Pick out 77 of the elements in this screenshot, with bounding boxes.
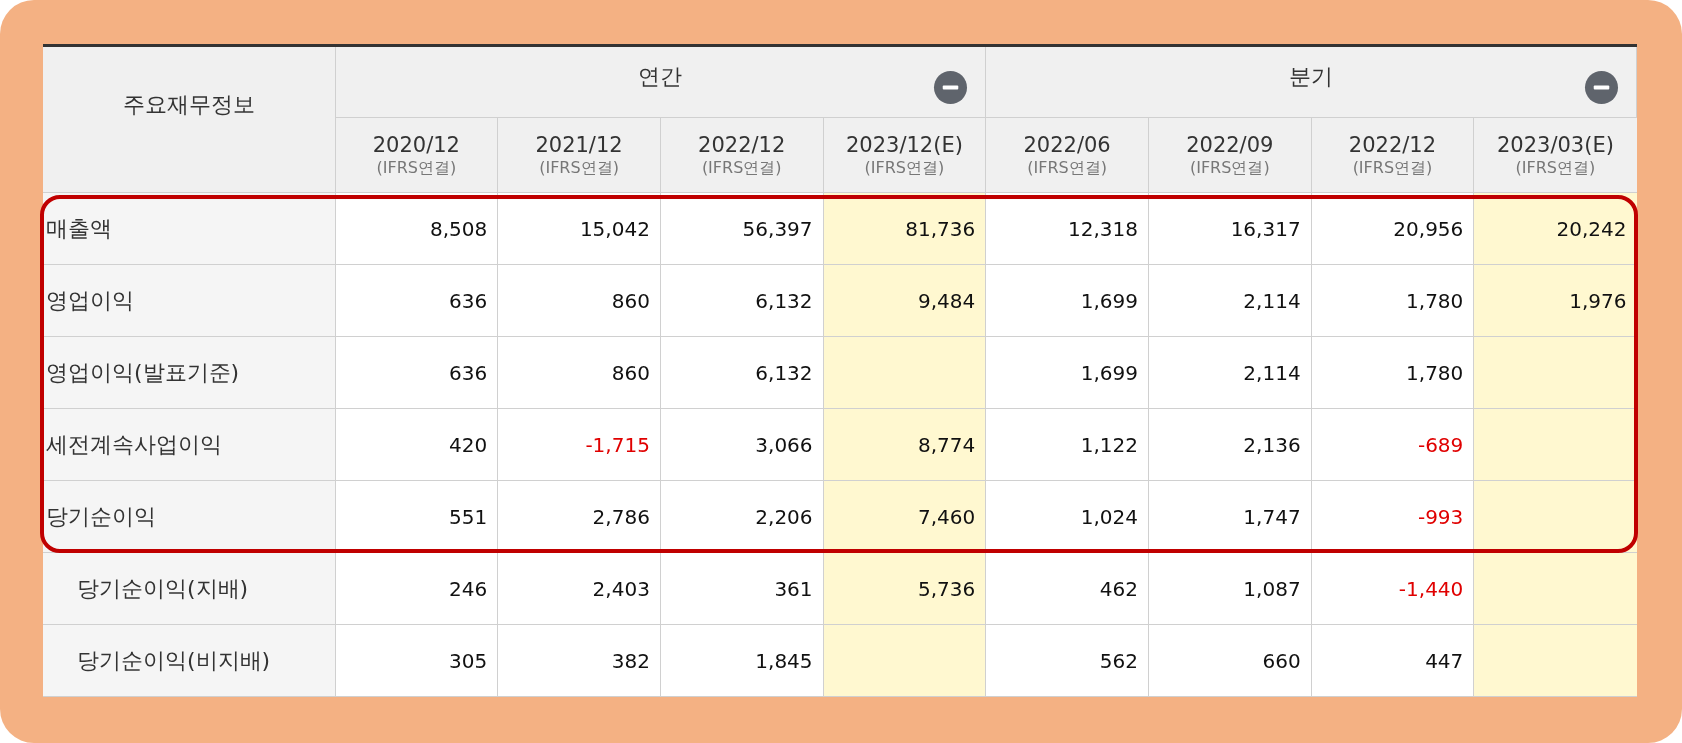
- value-cell: 562: [1099, 648, 1138, 673]
- basis-label: (IFRS연결): [1351, 158, 1434, 179]
- value-cell: 16,317: [1230, 216, 1301, 241]
- value-cell: 20,956: [1393, 216, 1464, 241]
- value-cell: 6,132: [755, 288, 813, 313]
- basis-label: (IFRS연결): [1188, 158, 1271, 179]
- value-cell: 1,699: [1080, 288, 1138, 313]
- value-cell: 1,122: [1080, 432, 1138, 457]
- value-cell: 8,508: [429, 216, 488, 241]
- value-cell: 2,403: [592, 576, 650, 601]
- value-cell: -1,440: [1398, 576, 1464, 601]
- value-cell: 1,976: [1569, 288, 1627, 313]
- value-cell: 15,042: [579, 216, 650, 241]
- value-cell: 2,136: [1243, 432, 1301, 457]
- collapse-icon[interactable]: [933, 70, 969, 105]
- value-cell: 246: [449, 576, 488, 601]
- group-header: 연간: [638, 63, 683, 89]
- value-cell: -993: [1417, 504, 1464, 529]
- value-cell: 6,132: [755, 360, 813, 385]
- row-label: 세전계속사업이익: [46, 432, 222, 457]
- basis-label: (IFRS연결): [538, 158, 620, 179]
- column-header: 주요재무정보: [43, 45, 335, 193]
- value-cell: 20,242: [1556, 216, 1627, 241]
- period-label: 2022/06: [1022, 131, 1112, 159]
- basis-label: (IFRS연결): [700, 158, 783, 179]
- value-cell: 8,774: [918, 432, 976, 457]
- value-cell: 462: [1099, 576, 1138, 601]
- row-label: 당기순이익(지배): [77, 576, 249, 601]
- value-cell: 1,780: [1406, 360, 1464, 385]
- value-cell: 2,114: [1243, 360, 1301, 385]
- period-label: 2023/03(E): [1495, 131, 1615, 159]
- value-cell: 2,206: [755, 504, 813, 529]
- basis-label: (IFRS연결): [1026, 158, 1108, 179]
- period-label: 2022/09: [1185, 131, 1275, 159]
- basis-label: (IFRS연결): [1514, 158, 1597, 179]
- value-cell: 1,747: [1243, 504, 1301, 529]
- period-label: 2022/12: [697, 131, 787, 159]
- value-cell: 1,845: [755, 648, 813, 673]
- row-label: 영업이익(발표기준): [46, 360, 240, 385]
- value-cell: 9,484: [918, 288, 976, 313]
- row-label: 영업이익: [46, 288, 134, 313]
- period-label: 2021/12: [534, 131, 624, 159]
- value-cell: 5,736: [918, 576, 976, 601]
- value-cell: 1,699: [1080, 360, 1138, 385]
- value-cell: 56,397: [742, 216, 813, 241]
- row-label: 당기순이익: [46, 504, 156, 529]
- value-cell: 636: [449, 288, 488, 313]
- value-cell: 860: [611, 288, 650, 313]
- period-label: 2022/12: [1347, 131, 1438, 159]
- basis-label: (IFRS연결): [375, 158, 458, 179]
- value-cell: 3,066: [755, 432, 813, 457]
- value-cell: 636: [449, 360, 488, 385]
- value-cell: 2,114: [1243, 288, 1301, 313]
- basis-label: (IFRS연결): [863, 158, 946, 179]
- value-cell: 7,460: [918, 504, 976, 529]
- period-label: 2020/12: [371, 131, 461, 159]
- value-cell: 860: [611, 360, 650, 385]
- value-cell: -689: [1417, 432, 1464, 457]
- value-cell: -1,715: [585, 432, 650, 457]
- value-cell: 1,024: [1080, 504, 1138, 529]
- value-cell: 12,318: [1067, 216, 1138, 241]
- value-cell: 1,780: [1406, 288, 1464, 313]
- value-cell: 382: [611, 648, 650, 673]
- value-cell: 420: [449, 432, 488, 457]
- collapse-icon[interactable]: [1584, 70, 1619, 105]
- value-cell: 81,736: [905, 216, 976, 241]
- value-cell: 660: [1262, 648, 1301, 673]
- value-cell: 305: [449, 648, 488, 673]
- group-header: 분기: [1289, 63, 1334, 89]
- period-label: 2023/12(E): [844, 131, 964, 159]
- value-cell: 2,786: [592, 504, 650, 529]
- value-cell: 1,087: [1243, 576, 1301, 601]
- row-label: 당기순이익(비지배): [77, 648, 271, 673]
- value-cell: 361: [774, 576, 813, 601]
- value-cell: 551: [449, 504, 488, 529]
- row-label: 매출액: [46, 216, 112, 241]
- value-cell: 447: [1425, 648, 1464, 673]
